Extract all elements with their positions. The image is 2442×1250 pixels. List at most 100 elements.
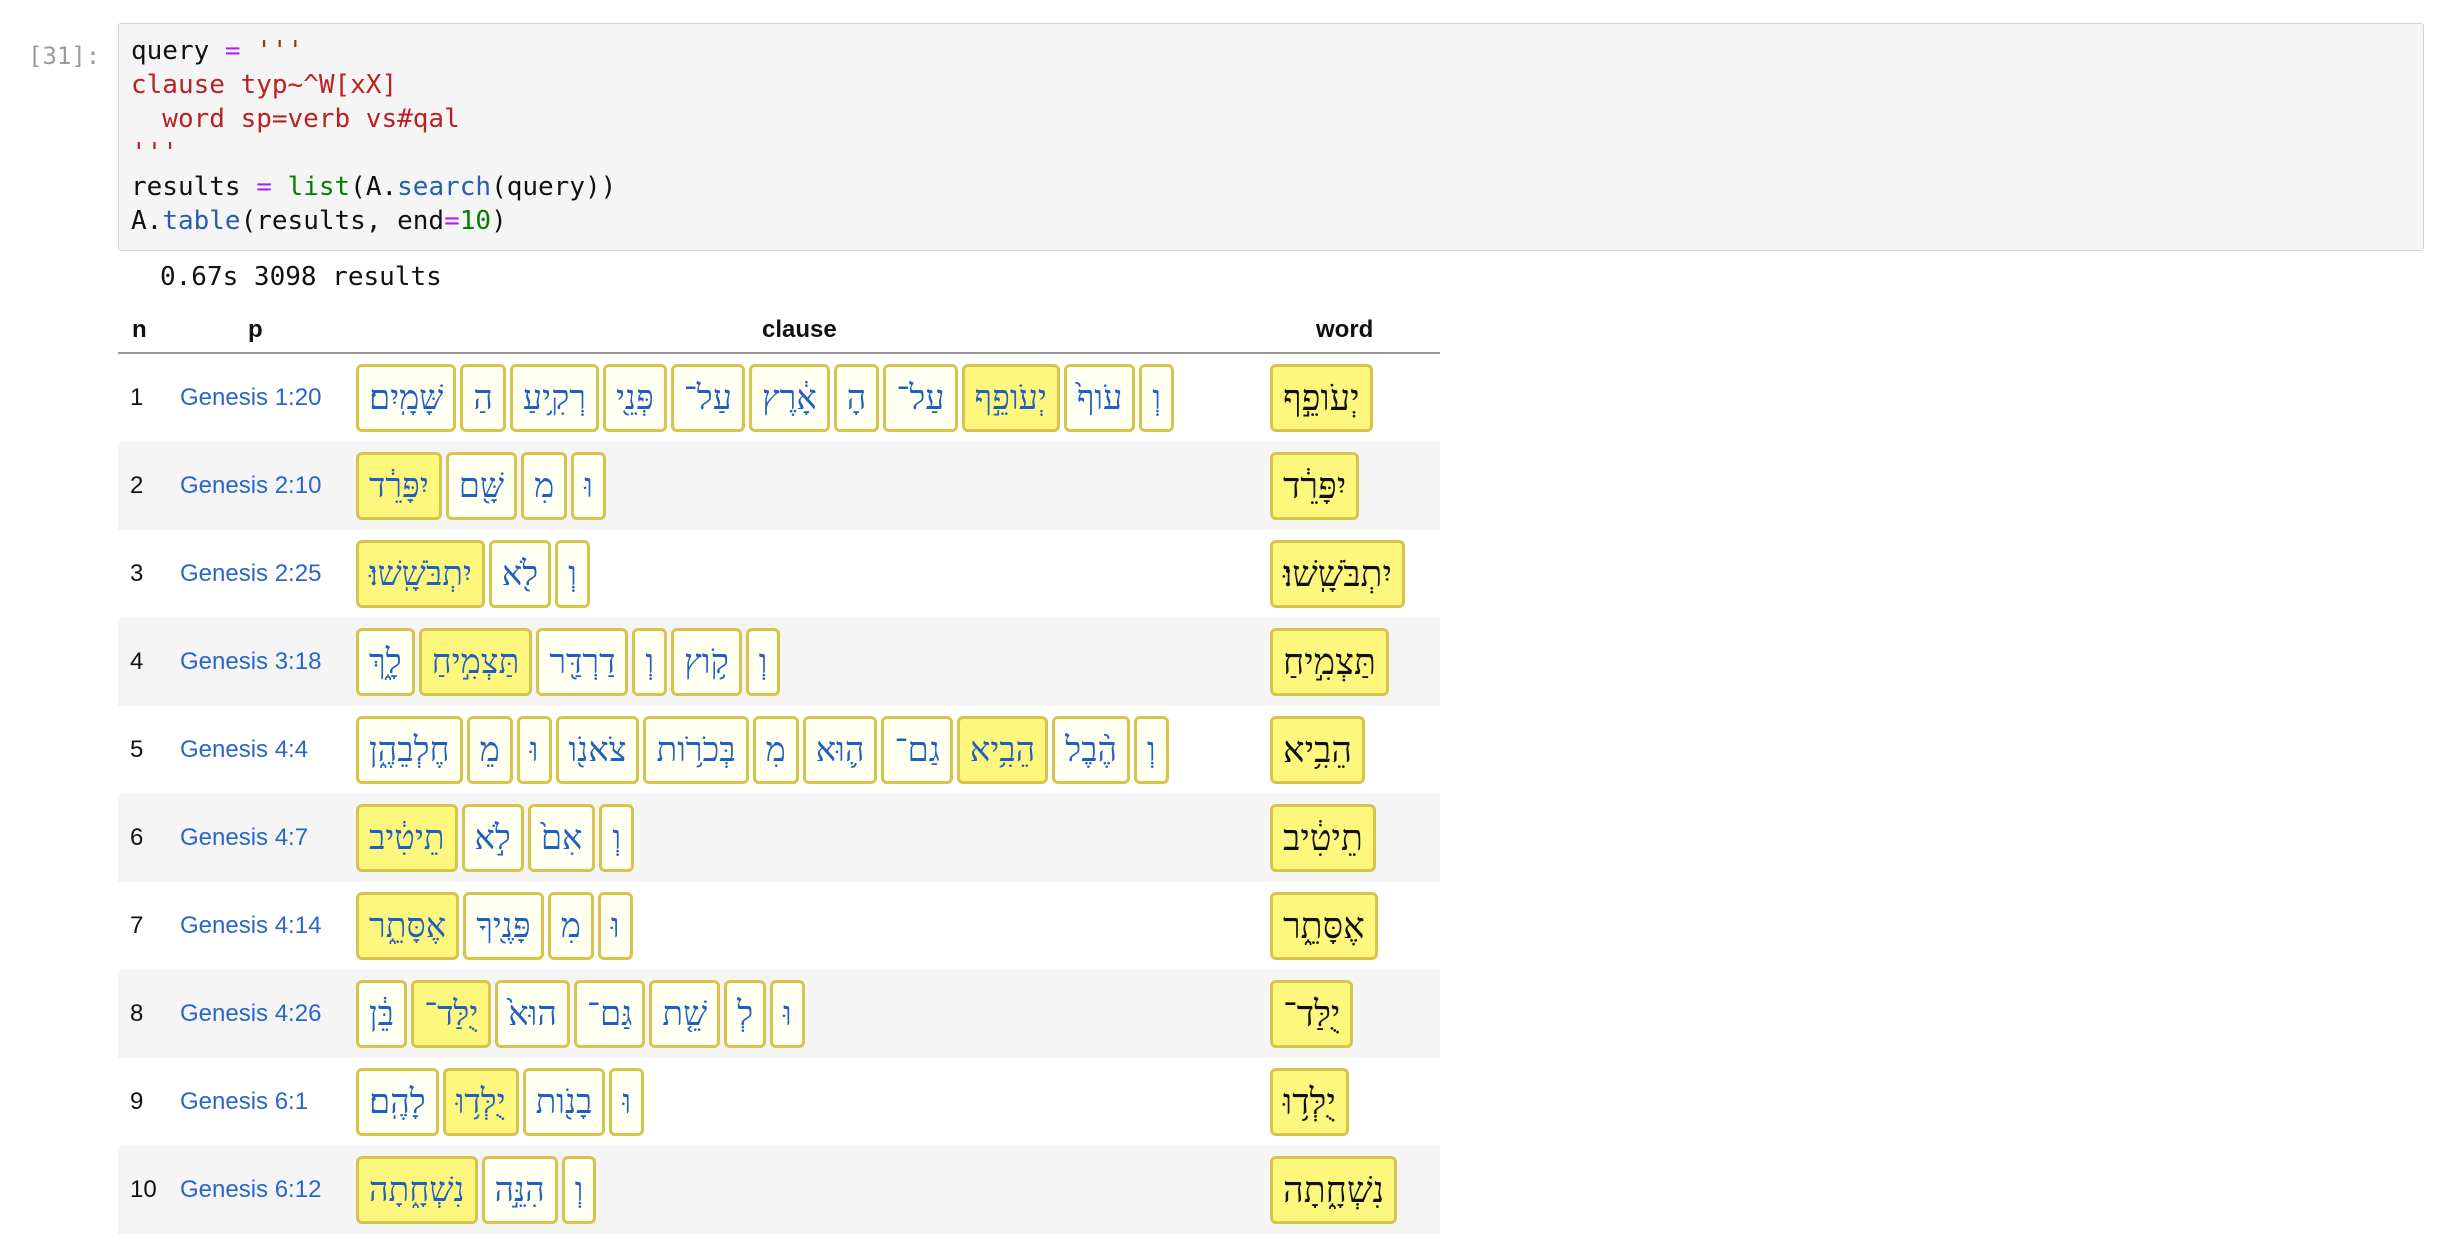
highlighted-word-box: יִפָּרֵ֔ד <box>356 452 442 520</box>
code-token: table <box>162 206 241 236</box>
word-box: פְּנֵ֖י <box>602 364 667 432</box>
row-number: 8 <box>130 1000 144 1027</box>
passage-link[interactable]: Genesis 4:7 <box>180 824 308 852</box>
matched-word: אֶסָּתֵ֑ר <box>1270 892 1378 960</box>
word-box: צֹאנֹ֖ו <box>555 716 640 784</box>
word-box: לָ֑ךְ <box>356 628 415 696</box>
word-box: פָּנֶ֖יךָ <box>463 892 544 960</box>
code-text[interactable]: query = ''' clause typ~^W[xX] word sp=ve… <box>131 34 616 238</box>
word-box: לְ <box>724 980 767 1048</box>
table-row: 6 Genesis 4:7 וְ אִם֙ לֹ֣א תֵיטִ֔יב תֵיטִ֔יב <box>118 794 1440 882</box>
passage-link[interactable]: Genesis 6:12 <box>180 1176 321 1204</box>
code-token: (query)) <box>491 172 617 202</box>
table-row: 2 Genesis 2:10 וּ מִ שָּׁ֖ם יִפָּרֵ֔ד יִפָּרֵ֔… <box>118 442 1440 530</box>
matched-word: תֵיטִ֔יב <box>1270 804 1376 872</box>
passage-link[interactable]: Genesis 4:26 <box>180 1000 321 1028</box>
clause-display: וּ מִ שָּׁ֖ם יִפָּרֵ֔ד <box>356 452 606 520</box>
word-box: וְ <box>632 628 668 696</box>
code-token: ''' <box>131 138 178 168</box>
passage-link[interactable]: Genesis 4:14 <box>180 912 321 940</box>
table-header: n p clause word <box>118 306 1440 354</box>
word-box: הוּא֙ <box>495 980 570 1048</box>
row-number: 1 <box>130 384 144 411</box>
header-n: n <box>132 316 147 343</box>
passage-link[interactable]: Genesis 6:1 <box>180 1088 308 1116</box>
clause-display: וּ לְ שֵׁ֤ת גַּם־ הוּא֙ יֻלַּד־ בֵּ֔ן <box>356 980 805 1048</box>
word-box: גַם־ <box>881 716 953 784</box>
code-token: search <box>397 172 492 202</box>
table-row: 9 Genesis 6:1 וּ בָנֹ֖ות יֻלְּד֥וּ לָהֶֽם׃ יֻל… <box>118 1058 1440 1146</box>
table-row: 3 Genesis 2:25 וְ לֹ֖א יִתְבֹּשָֽׁשׁוּ׃ יִתְב… <box>118 530 1440 618</box>
matched-word: תַּצְמִ֣יחַ <box>1270 628 1389 696</box>
word-box: וְ <box>745 628 781 696</box>
word-box: קֹ֥וץ <box>671 628 742 696</box>
header-word: word <box>1316 316 1374 343</box>
clause-display: וּ בָנֹ֖ות יֻלְּד֥וּ לָהֶֽם׃ <box>356 1068 645 1136</box>
word-box: מִ <box>752 716 799 784</box>
word-box: בָנֹ֖ות <box>522 1068 606 1136</box>
matched-word: יִתְבֹּשָֽׁשׁוּ׃ <box>1270 540 1405 608</box>
word-box: גַּם־ <box>573 980 646 1048</box>
word-box: בֵּ֔ן <box>356 980 408 1048</box>
word-box: וְ <box>561 1156 597 1224</box>
word-box: הִנֵּ֣ה <box>481 1156 558 1224</box>
word-box: עַל־ <box>670 364 745 432</box>
clause-display: וְ לֹ֖א יִתְבֹּשָֽׁשׁוּ׃ <box>356 540 590 608</box>
passage-link[interactable]: Genesis 2:25 <box>180 560 321 588</box>
table-row: 7 Genesis 4:14 וּ מִ פָּנֶ֖יךָ אֶסָּתֵ֑ר אֶסָּ… <box>118 882 1440 970</box>
row-number: 2 <box>130 472 144 499</box>
table-row: 8 Genesis 4:26 וּ לְ שֵׁ֤ת גַּם־ הוּא֙ יֻלַּד־ ב… <box>118 970 1440 1058</box>
row-number: 3 <box>130 560 144 587</box>
cell-prompt: [31]: <box>28 42 101 70</box>
word-box: חֶלְבֵהֶ֑ן <box>356 716 463 784</box>
row-number: 10 <box>130 1176 157 1203</box>
word-box: עַל־ <box>883 364 958 432</box>
word-box: רְקִ֥יעַ <box>509 364 599 432</box>
word-box: לֹ֣א <box>461 804 524 872</box>
code-editor[interactable]: query = ''' clause typ~^W[xX] word sp=ve… <box>118 23 2424 251</box>
code-token: word sp=verb vs#qal <box>131 104 460 134</box>
row-number: 4 <box>130 648 144 675</box>
table-body: 1 Genesis 1:20 וְ עֹוף֙ יְעֹופֵ֣ף עַל־ הָ אָ֔רֶ… <box>118 354 1440 1234</box>
word-box: וְ <box>599 804 635 872</box>
word-box: עֹוף֙ <box>1063 364 1136 432</box>
word-box: שָּׁ֖ם <box>445 452 518 520</box>
highlighted-word-box: יֻלַּד־ <box>411 980 492 1048</box>
row-number: 9 <box>130 1088 144 1115</box>
table-row: 4 Genesis 3:18 וְ קֹ֥וץ וְ דַרְדַּ֖ר תַּצְמִ֣י… <box>118 618 1440 706</box>
word-box: וְ <box>1139 364 1175 432</box>
highlighted-word-box: יֻלְּד֥וּ <box>442 1068 519 1136</box>
matched-word: יְעֹופֵ֣ף <box>1270 364 1373 432</box>
word-box: וְ <box>1134 716 1169 784</box>
row-number: 6 <box>130 824 144 851</box>
highlighted-word-box: יִתְבֹּשָֽׁשׁוּ׃ <box>356 540 485 608</box>
word-box: ה֛וּא <box>802 716 878 784</box>
passage-link[interactable]: Genesis 4:4 <box>180 736 308 764</box>
clause-display: וְ הִנֵּ֣ה נִשְׁחָ֑תָה <box>356 1156 597 1224</box>
code-token: clause typ~^W[xX] <box>131 70 398 100</box>
header-clause: clause <box>762 316 837 343</box>
word-box: הָ <box>833 364 880 432</box>
word-box: שֵׁ֤ת <box>649 980 721 1048</box>
word-box: מִ <box>547 892 594 960</box>
table-row: 10 Genesis 6:12 וְ הִנֵּ֣ה נִשְׁחָ֑תָה נִשְׁח… <box>118 1146 1440 1234</box>
code-token: = <box>209 36 257 66</box>
code-token: = <box>240 172 288 202</box>
clause-display: וְ אִם֙ לֹ֣א תֵיטִ֔יב <box>356 804 635 872</box>
header-p: p <box>248 316 263 343</box>
highlighted-word-box: תֵיטִ֔יב <box>356 804 458 872</box>
word-box: אִם֙ <box>527 804 596 872</box>
code-token: A. <box>131 206 163 236</box>
clause-display: וְ קֹ֥וץ וְ דַרְדַּ֖ר תַּצְמִ֣יחַ לָ֑ךְ <box>356 628 781 696</box>
highlighted-word-box: יְעֹופֵ֣ף <box>961 364 1060 432</box>
code-token: (results, end <box>240 206 445 236</box>
passage-link[interactable]: Genesis 1:20 <box>180 384 321 412</box>
word-box: דַרְדַּ֖ר <box>536 628 629 696</box>
word-box: וּ <box>597 892 633 960</box>
matched-word: יֻלַּד־ <box>1270 980 1354 1048</box>
matched-word: הֵבִ֥יא <box>1270 716 1366 784</box>
passage-link[interactable]: Genesis 2:10 <box>180 472 321 500</box>
passage-link[interactable]: Genesis 3:18 <box>180 648 321 676</box>
results-summary: 0.67s 3098 results <box>160 262 442 292</box>
table-row: 5 Genesis 4:4 וְ הֶ֨בֶל הֵבִ֥יא גַם־ ה֛וּא מִ בְ… <box>118 706 1440 794</box>
